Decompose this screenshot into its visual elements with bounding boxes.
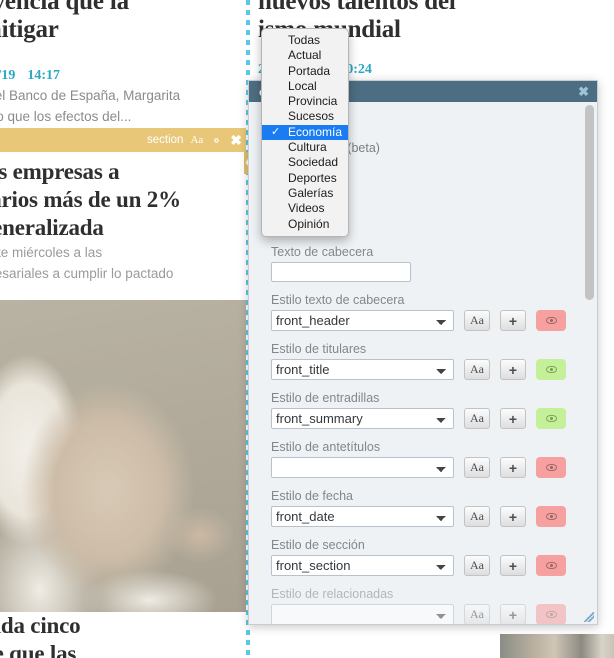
article-bottom-photo: [500, 634, 614, 658]
article-3-title[interactable]: e cada cinco cree que las: [0, 612, 246, 658]
article-1-summary: ora del Banco de España, Margarita nocid…: [0, 88, 181, 124]
style-group-related: Estilo de relacionadas Aa +: [271, 587, 583, 624]
header-text-input[interactable]: [271, 262, 411, 282]
style-row-related: Aa +: [271, 604, 583, 624]
style-group-date: Estilo de fecha front_date Aa +: [271, 489, 583, 527]
article-1-date: MAR/19: [0, 68, 16, 83]
style-group-kicker: Estilo de antetítulos Aa +: [271, 440, 583, 478]
style-group-header: Estilo texto de cabecera front_header Aa…: [271, 293, 583, 331]
eye-icon: [545, 611, 557, 618]
section-dropdown-menu[interactable]: Todas Actual Portada Local Provincia Suc…: [261, 28, 349, 237]
dropdown-option-todas[interactable]: Todas: [262, 33, 348, 48]
style-font-button-title[interactable]: Aa: [464, 359, 490, 380]
style-group-summary: Estilo de entradillas front_summary Aa +: [271, 391, 583, 429]
header-text-label: Texto de cabecera: [271, 245, 374, 259]
header-text-group: Texto de cabecera: [271, 245, 583, 282]
dialog-resize-handle[interactable]: [584, 612, 594, 622]
style-select-kicker[interactable]: [271, 457, 454, 478]
style-label-summary: Estilo de entradillas: [271, 391, 380, 405]
style-visibility-button-section[interactable]: [536, 555, 566, 576]
style-select-related[interactable]: [271, 604, 454, 624]
dropdown-option-opinion[interactable]: Opinión: [262, 217, 348, 232]
style-add-button-related[interactable]: +: [500, 604, 526, 624]
style-label-kicker: Estilo de antetítulos: [271, 440, 381, 454]
style-row-date: front_date Aa +: [271, 506, 583, 527]
eye-icon: [545, 415, 557, 422]
style-row-summary: front_summary Aa +: [271, 408, 583, 429]
dropdown-option-portada[interactable]: Portada: [262, 64, 348, 79]
eye-icon: [545, 366, 557, 373]
check-icon: ✓: [271, 125, 281, 138]
style-add-button-header[interactable]: +: [500, 310, 526, 331]
style-label-header: Estilo texto de cabecera: [271, 293, 405, 307]
eye-icon: [545, 464, 557, 471]
style-row-section: front_section Aa +: [271, 555, 583, 576]
style-font-button-date[interactable]: Aa: [464, 506, 490, 527]
style-add-button-summary[interactable]: +: [500, 408, 526, 429]
dialog-scrollbar-thumb[interactable]: [585, 105, 594, 300]
style-visibility-button-kicker[interactable]: [536, 457, 566, 478]
style-visibility-button-related[interactable]: [536, 604, 566, 624]
close-icon[interactable]: ✖: [230, 133, 242, 147]
style-add-button-date[interactable]: +: [500, 506, 526, 527]
style-font-button-header[interactable]: Aa: [464, 310, 490, 331]
eye-icon: [545, 562, 557, 569]
dropdown-option-local[interactable]: Local: [262, 79, 348, 94]
style-font-button-summary[interactable]: Aa: [464, 408, 490, 429]
style-label-date: Estilo de fecha: [271, 489, 353, 503]
dropdown-option-actual[interactable]: Actual: [262, 48, 348, 63]
style-font-button-section[interactable]: Aa: [464, 555, 490, 576]
dropdown-option-sociedad[interactable]: Sociedad: [262, 155, 348, 170]
style-label-related: Estilo de relacionadas: [271, 587, 394, 601]
section-toolbar-label: section: [147, 134, 184, 146]
style-add-button-title[interactable]: +: [500, 359, 526, 380]
style-visibility-button-summary[interactable]: [536, 408, 566, 429]
style-font-button-related[interactable]: Aa: [464, 604, 490, 624]
font-size-icon[interactable]: Aa: [190, 134, 203, 146]
left-news-column: solvencia que la e mitigar MAR/19 14:17 o…: [0, 0, 246, 658]
style-row-title: front_title Aa +: [271, 359, 583, 380]
style-group-title: Estilo de titulares front_title Aa +: [271, 342, 583, 380]
dropdown-option-videos[interactable]: Videos: [262, 201, 348, 216]
eye-icon: [545, 317, 557, 324]
article-1-time: 14:17: [27, 68, 60, 83]
dialog-close-icon[interactable]: ✖: [578, 84, 589, 100]
style-visibility-button-header[interactable]: [536, 310, 566, 331]
style-select-summary[interactable]: front_summary: [271, 408, 454, 429]
dropdown-option-sucesos[interactable]: Sucesos: [262, 109, 348, 124]
style-row-kicker: Aa +: [271, 457, 583, 478]
dropdown-option-galerias[interactable]: Galerías: [262, 186, 348, 201]
style-select-section[interactable]: front_section: [271, 555, 454, 576]
article-2-photo: [0, 300, 246, 612]
eye-icon: [545, 513, 557, 520]
style-select-title[interactable]: front_title: [271, 359, 454, 380]
dropdown-option-economia-label: Economía: [288, 124, 343, 139]
dropdown-option-deportes[interactable]: Deportes: [262, 171, 348, 186]
style-font-button-kicker[interactable]: Aa: [464, 457, 490, 478]
dropdown-option-cultura[interactable]: Cultura: [262, 140, 348, 155]
style-add-button-section[interactable]: +: [500, 555, 526, 576]
article-1-title[interactable]: solvencia que la e mitigar: [0, 0, 246, 44]
style-select-header[interactable]: front_header: [271, 310, 454, 331]
style-group-section: Estilo de sección front_section Aa +: [271, 538, 583, 576]
style-select-date[interactable]: front_date: [271, 506, 454, 527]
style-label-section: Estilo de sección: [271, 538, 365, 552]
style-label-title: Estilo de titulares: [271, 342, 367, 356]
dropdown-option-economia[interactable]: ✓ Economía: [262, 124, 348, 141]
article-1-meta: MAR/19 14:17: [0, 68, 246, 84]
section-toolbar[interactable]: section Aa ✖: [0, 128, 246, 152]
style-row-header: front_header Aa +: [271, 310, 583, 331]
dialog-scrollbar[interactable]: [585, 105, 594, 615]
style-visibility-button-title[interactable]: [536, 359, 566, 380]
screen-root: solvencia que la e mitigar MAR/19 14:17 o…: [0, 0, 614, 658]
style-add-button-kicker[interactable]: +: [500, 457, 526, 478]
gear-icon[interactable]: [210, 134, 223, 147]
article-2-summary: do este miércoles a las empresariales a …: [0, 245, 174, 281]
style-visibility-button-date[interactable]: [536, 506, 566, 527]
dropdown-option-provincia[interactable]: Provincia: [262, 94, 348, 109]
article-2-title[interactable]: a las empresas a salarios más de un 2% a…: [0, 158, 246, 242]
